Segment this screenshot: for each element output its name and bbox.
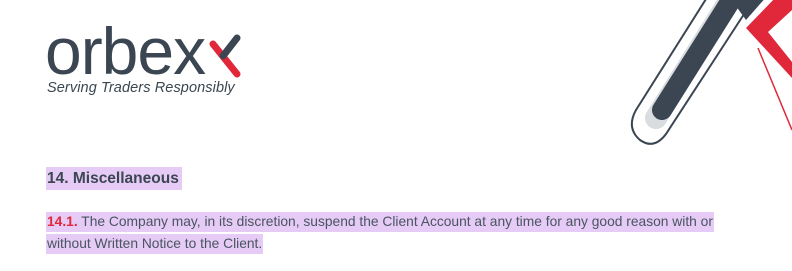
x-accent-icon [209, 34, 241, 78]
dark-bar-shape [652, 0, 744, 120]
decorative-x-graphic [630, 0, 792, 145]
highlighted-clause: 14.1. The Company may, in its discretion… [46, 212, 714, 254]
tagline: Serving Traders Responsibly [47, 80, 235, 96]
clause-text: The Company may, in its discretion, susp… [47, 214, 713, 251]
clause-paragraph: 14.1. The Company may, in its discretion… [46, 211, 736, 255]
orbex-wordmark: orbex [45, 22, 241, 80]
document-page: orbex Serving Traders Responsibly 14. Mi… [0, 0, 792, 271]
section-heading: 14. Miscellaneous [46, 167, 182, 190]
orbex-logo: orbex Serving Traders Responsibly [45, 22, 255, 100]
wordmark-text: orbex [45, 22, 206, 80]
clause-number: 14.1. [47, 214, 78, 229]
